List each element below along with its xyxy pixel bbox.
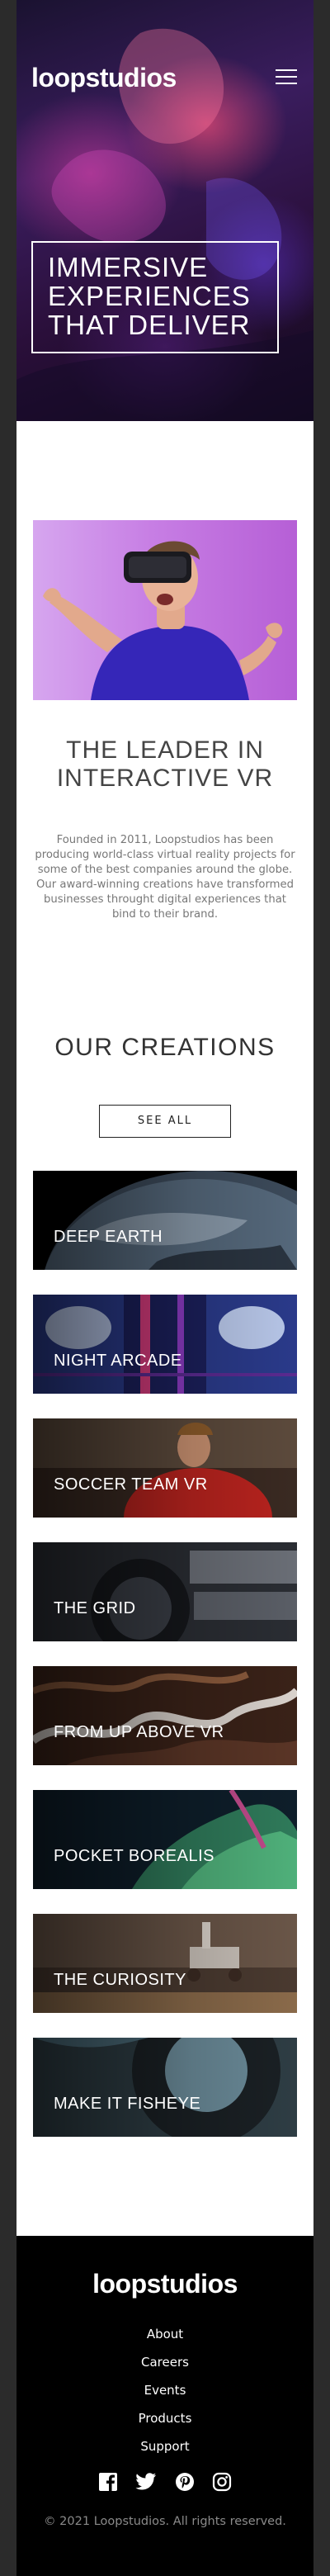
see-all-button[interactable]: SEE ALL xyxy=(99,1105,231,1138)
creation-card-from-up-above-vr[interactable]: FROM UP ABOVE VR xyxy=(33,1666,297,1765)
hero-headline-line: IMMERSIVE xyxy=(48,252,209,282)
hero-headline-line: EXPERIENCES xyxy=(48,281,251,311)
about-heading-line: INTERACTIVE VR xyxy=(56,765,274,792)
about-paragraph: Founded in 2011, Loopstudios has been pr… xyxy=(35,834,295,921)
copyright-text: © 2021 Loopstudios. All rights reserved. xyxy=(44,2515,286,2528)
footer: loopstudios About Careers Events Product… xyxy=(16,2236,314,2576)
social-links xyxy=(16,2472,314,2495)
man-with-vr-headset-illustration xyxy=(43,541,283,700)
creation-card-label: THE GRID xyxy=(54,1599,136,1617)
vr-person-image xyxy=(33,520,297,700)
about-heading-line: THE LEADER IN xyxy=(66,736,264,764)
twitter-icon[interactable] xyxy=(135,2473,157,2494)
hero-headline-line: THAT DELIVER xyxy=(48,310,251,340)
footer-link-about[interactable]: About xyxy=(16,2320,314,2348)
hero-section: loopstudios IMMERSIVE EXPERIENCES THAT D… xyxy=(16,0,314,421)
creation-card-the-grid[interactable]: THE GRID xyxy=(33,1542,297,1641)
hero-headline-box: IMMERSIVE EXPERIENCES THAT DELIVER xyxy=(31,241,279,353)
site-logo[interactable]: loopstudios xyxy=(31,63,177,93)
about-heading: THE LEADER IN INTERACTIVE VR xyxy=(33,736,297,793)
footer-nav: About Careers Events Products Support xyxy=(16,2320,314,2460)
footer-link-careers[interactable]: Careers xyxy=(16,2348,314,2376)
creation-card-label: DEEP EARTH xyxy=(54,1228,163,1246)
page: loopstudios IMMERSIVE EXPERIENCES THAT D… xyxy=(16,0,314,2576)
creation-card-night-arcade[interactable]: NIGHT ARCADE xyxy=(33,1295,297,1394)
creation-card-pocket-borealis[interactable]: POCKET BOREALIS xyxy=(33,1790,297,1889)
hamburger-icon xyxy=(276,69,297,71)
footer-link-events[interactable]: Events xyxy=(16,2376,314,2404)
hamburger-menu-button[interactable] xyxy=(276,69,297,86)
facebook-icon[interactable] xyxy=(98,2472,118,2495)
creation-card-deep-earth[interactable]: DEEP EARTH xyxy=(33,1171,297,1270)
footer-link-support[interactable]: Support xyxy=(16,2432,314,2460)
pinterest-icon[interactable] xyxy=(175,2472,195,2495)
creation-card-soccer-team-vr[interactable]: SOCCER TEAM VR xyxy=(33,1418,297,1518)
instagram-icon[interactable] xyxy=(212,2472,232,2495)
creation-card-label: FROM UP ABOVE VR xyxy=(54,1723,224,1741)
creation-card-label: POCKET BOREALIS xyxy=(54,1847,214,1865)
creation-card-label: THE CURIOSITY xyxy=(54,1971,186,1989)
creation-card-label: NIGHT ARCADE xyxy=(54,1352,182,1370)
creation-card-make-it-fisheye[interactable]: MAKE IT FISHEYE xyxy=(33,2038,297,2137)
creations-heading: OUR CREATIONS xyxy=(54,1034,276,1061)
creation-card-label: MAKE IT FISHEYE xyxy=(54,2095,201,2113)
footer-link-products[interactable]: Products xyxy=(16,2404,314,2432)
footer-logo[interactable]: loopstudios xyxy=(16,2269,314,2299)
creation-card-label: SOCCER TEAM VR xyxy=(54,1475,208,1494)
creation-card-the-curiosity[interactable]: THE CURIOSITY xyxy=(33,1914,297,2013)
